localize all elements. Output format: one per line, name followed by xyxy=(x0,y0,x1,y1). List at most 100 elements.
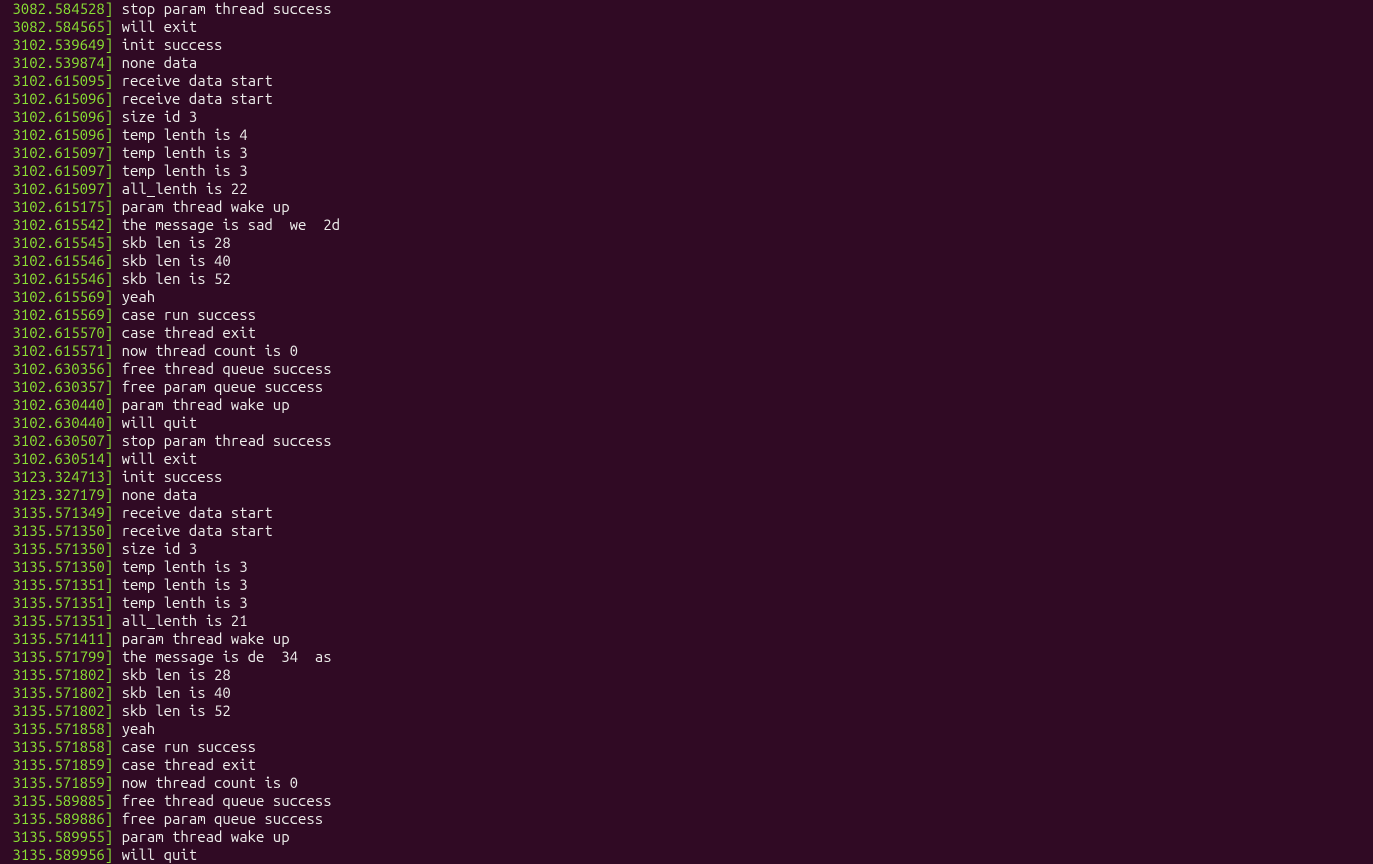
log-message: receive data start xyxy=(113,522,273,539)
log-line: 3135.589956] will quit xyxy=(4,846,1369,864)
log-message: stop param thread success xyxy=(113,432,331,449)
log-message: case thread exit xyxy=(113,756,256,773)
log-timestamp: 3102.615569] xyxy=(4,306,113,323)
log-message: receive data start xyxy=(113,90,273,107)
log-line: 3135.571858] case run success xyxy=(4,738,1369,756)
log-line: 3102.630440] will quit xyxy=(4,414,1369,432)
log-timestamp: 3102.539874] xyxy=(4,54,113,71)
log-timestamp: 3102.615095] xyxy=(4,72,113,89)
log-line: 3135.571859] case thread exit xyxy=(4,756,1369,774)
log-line: 3102.615570] case thread exit xyxy=(4,324,1369,342)
log-timestamp: 3102.630440] xyxy=(4,414,113,431)
log-message: param thread wake up xyxy=(113,630,289,647)
log-line: 3102.615175] param thread wake up xyxy=(4,198,1369,216)
log-message: stop param thread success xyxy=(113,0,331,17)
log-line: 3082.584565] will exit xyxy=(4,18,1369,36)
log-line: 3102.630514] will exit xyxy=(4,450,1369,468)
log-timestamp: 3102.615096] xyxy=(4,90,113,107)
log-line: 3102.630356] free thread queue success xyxy=(4,360,1369,378)
log-message: param thread wake up xyxy=(113,828,289,845)
log-timestamp: 3135.571802] xyxy=(4,666,113,683)
log-line: 3102.630440] param thread wake up xyxy=(4,396,1369,414)
log-message: free thread queue success xyxy=(113,360,331,377)
log-timestamp: 3082.584528] xyxy=(4,0,113,17)
log-line: 3102.615545] skb len is 28 xyxy=(4,234,1369,252)
log-line: 3102.630507] stop param thread success xyxy=(4,432,1369,450)
log-line: 3102.539649] init success xyxy=(4,36,1369,54)
log-timestamp: 3135.571799] xyxy=(4,648,113,665)
log-message: the message is de 34 as xyxy=(113,648,331,665)
log-line: 3102.615097] temp lenth is 3 xyxy=(4,162,1369,180)
log-line: 3102.615096] receive data start xyxy=(4,90,1369,108)
log-line: 3102.615097] temp lenth is 3 xyxy=(4,144,1369,162)
log-timestamp: 3135.571802] xyxy=(4,702,113,719)
log-message: will quit xyxy=(113,414,197,431)
log-line: 3135.571802] skb len is 40 xyxy=(4,684,1369,702)
log-timestamp: 3123.327179] xyxy=(4,486,113,503)
log-line: 3123.327179] none data xyxy=(4,486,1369,504)
log-timestamp: 3135.589955] xyxy=(4,828,113,845)
terminal-output[interactable]: 3082.584528] stop param thread success 3… xyxy=(0,0,1373,864)
log-line: 3102.615569] case run success xyxy=(4,306,1369,324)
log-message: receive data start xyxy=(113,504,273,521)
log-timestamp: 3102.539649] xyxy=(4,36,113,53)
log-timestamp: 3135.589885] xyxy=(4,792,113,809)
log-message: temp lenth is 3 xyxy=(113,576,247,593)
log-message: temp lenth is 4 xyxy=(113,126,247,143)
log-line: 3135.571411] param thread wake up xyxy=(4,630,1369,648)
log-message: param thread wake up xyxy=(113,198,289,215)
log-timestamp: 3102.615097] xyxy=(4,180,113,197)
log-message: will exit xyxy=(113,450,197,467)
log-timestamp: 3102.630440] xyxy=(4,396,113,413)
log-line: 3102.615095] receive data start xyxy=(4,72,1369,90)
log-timestamp: 3135.571350] xyxy=(4,540,113,557)
log-message: param thread wake up xyxy=(113,396,289,413)
log-timestamp: 3102.615546] xyxy=(4,252,113,269)
log-timestamp: 3102.615545] xyxy=(4,234,113,251)
log-timestamp: 3102.615569] xyxy=(4,288,113,305)
log-message: all_lenth is 21 xyxy=(113,612,256,629)
log-timestamp: 3135.571859] xyxy=(4,774,113,791)
log-timestamp: 3123.324713] xyxy=(4,468,113,485)
log-message: receive data start xyxy=(113,72,273,89)
log-line: 3102.539874] none data xyxy=(4,54,1369,72)
log-line: 3102.615097] all_lenth is 22 xyxy=(4,180,1369,198)
log-timestamp: 3102.615097] xyxy=(4,144,113,161)
log-line: 3135.571350] size id 3 xyxy=(4,540,1369,558)
log-line: 3102.615571] now thread count is 0 xyxy=(4,342,1369,360)
log-timestamp: 3102.615570] xyxy=(4,324,113,341)
log-timestamp: 3135.589956] xyxy=(4,846,113,863)
log-message: temp lenth is 3 xyxy=(113,162,247,179)
log-message: now thread count is 0 xyxy=(113,774,298,791)
log-message: will quit xyxy=(113,846,197,863)
log-message: init success xyxy=(113,36,222,53)
log-line: 3135.571802] skb len is 52 xyxy=(4,702,1369,720)
log-message: temp lenth is 3 xyxy=(113,558,247,575)
log-timestamp: 3102.630514] xyxy=(4,450,113,467)
log-message: skb len is 52 xyxy=(113,702,231,719)
log-message: size id 3 xyxy=(113,108,197,125)
log-message: skb len is 40 xyxy=(113,252,231,269)
log-line: 3135.589955] param thread wake up xyxy=(4,828,1369,846)
log-timestamp: 3102.615097] xyxy=(4,162,113,179)
log-timestamp: 3102.615542] xyxy=(4,216,113,233)
log-message: yeah xyxy=(113,288,155,305)
log-line: 3102.615569] yeah xyxy=(4,288,1369,306)
log-line: 3135.571799] the message is de 34 as xyxy=(4,648,1369,666)
log-line: 3102.630357] free param queue success xyxy=(4,378,1369,396)
log-line: 3135.571350] temp lenth is 3 xyxy=(4,558,1369,576)
log-message: case thread exit xyxy=(113,324,256,341)
log-message: free param queue success xyxy=(113,378,323,395)
log-timestamp: 3082.584565] xyxy=(4,18,113,35)
log-message: init success xyxy=(113,468,222,485)
log-timestamp: 3102.615096] xyxy=(4,108,113,125)
log-message: temp lenth is 3 xyxy=(113,594,247,611)
log-timestamp: 3135.571351] xyxy=(4,594,113,611)
log-message: case run success xyxy=(113,306,256,323)
log-timestamp: 3135.571411] xyxy=(4,630,113,647)
log-line: 3135.589885] free thread queue success xyxy=(4,792,1369,810)
log-timestamp: 3135.571350] xyxy=(4,558,113,575)
log-message: size id 3 xyxy=(113,540,197,557)
log-message: skb len is 40 xyxy=(113,684,231,701)
log-line: 3135.571802] skb len is 28 xyxy=(4,666,1369,684)
